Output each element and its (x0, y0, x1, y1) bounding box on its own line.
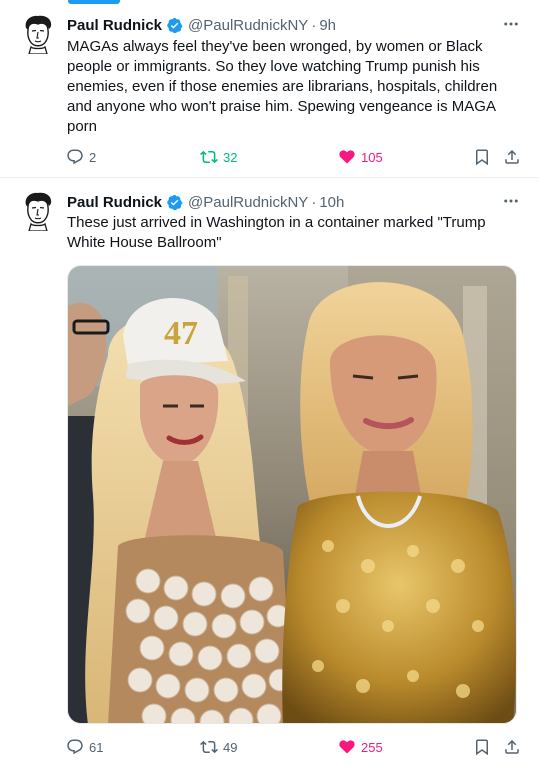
author-name[interactable]: Paul Rudnick (67, 194, 162, 211)
avatar[interactable] (20, 191, 56, 231)
retweet-button[interactable]: 49 (200, 735, 237, 759)
tweet[interactable]: Paul Rudnick @PaulRudnickNY · 9h MAGAs a… (0, 0, 539, 178)
separator: · (311, 16, 317, 34)
bookmark-button[interactable] (473, 735, 496, 759)
tweet-text: MAGAs always feel they've been wronged, … (67, 38, 498, 135)
bookmark-icon (473, 148, 491, 166)
cap-text: 47 (164, 315, 198, 352)
reply-icon (66, 738, 84, 756)
reply-count: 61 (89, 739, 104, 755)
share-button[interactable] (503, 145, 526, 169)
verified-badge-icon (166, 17, 183, 34)
verified-badge-icon (166, 194, 183, 211)
retweet-button[interactable]: 32 (200, 145, 237, 169)
like-count: 105 (361, 149, 383, 165)
separator: · (311, 193, 317, 211)
author-handle[interactable]: @PaulRudnickNY (188, 194, 308, 211)
reply-count: 2 (89, 149, 97, 165)
like-button[interactable]: 105 (338, 145, 383, 169)
author-handle[interactable]: @PaulRudnickNY (188, 17, 308, 34)
photo-image: 47 (68, 266, 516, 723)
more-options-button[interactable] (501, 191, 521, 211)
more-options-button[interactable] (501, 14, 521, 34)
share-icon (503, 738, 521, 756)
heart-icon (338, 738, 356, 756)
tweet[interactable]: Paul Rudnick @PaulRudnickNY · 10h These … (0, 179, 539, 770)
retweet-count: 32 (223, 149, 238, 165)
more-icon (502, 15, 520, 33)
timestamp[interactable]: 9h (319, 17, 336, 34)
retweet-icon (200, 738, 218, 756)
like-count: 255 (361, 739, 383, 755)
tweet-actions: 2 32 105 (60, 145, 530, 169)
reply-icon (66, 148, 84, 166)
like-button[interactable]: 255 (338, 735, 383, 759)
tweet-header: Paul Rudnick @PaulRudnickNY · 10h (67, 191, 344, 213)
author-name[interactable]: Paul Rudnick (67, 17, 162, 34)
retweet-count: 49 (223, 739, 238, 755)
bookmark-button[interactable] (473, 145, 496, 169)
tweet-text: These just arrived in Washington in a co… (67, 214, 486, 251)
tweet-actions: 61 49 255 (60, 735, 530, 759)
reply-button[interactable]: 2 (66, 145, 96, 169)
reply-button[interactable]: 61 (66, 735, 103, 759)
heart-icon (338, 148, 356, 166)
share-button[interactable] (503, 735, 526, 759)
timestamp[interactable]: 10h (319, 194, 344, 211)
tweet-header: Paul Rudnick @PaulRudnickNY · 9h (67, 14, 336, 36)
share-icon (503, 148, 521, 166)
retweet-icon (200, 148, 218, 166)
avatar[interactable] (20, 14, 56, 54)
bookmark-icon (473, 738, 491, 756)
tweet-photo[interactable]: 47 (67, 265, 517, 724)
more-icon (502, 192, 520, 210)
